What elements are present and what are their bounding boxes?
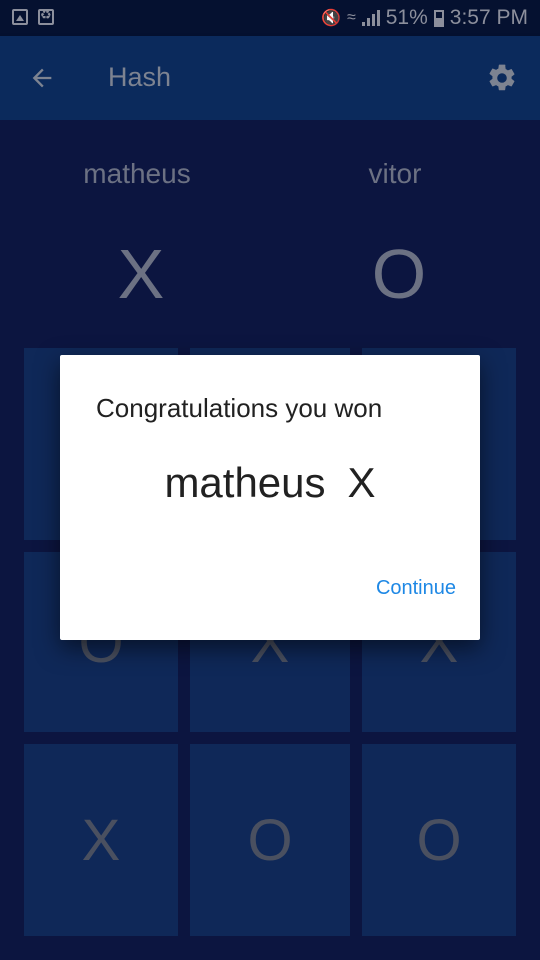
dialog-title: Congratulations you won (96, 393, 383, 423)
winner-name: matheus (164, 459, 326, 506)
winner-line: matheus X (60, 459, 480, 507)
win-dialog: Congratulations you won matheus X Continu… (60, 355, 480, 640)
winner-symbol: X (347, 459, 376, 506)
continue-button[interactable]: Continue (376, 577, 456, 600)
dialog-scrim: Congratulations you won matheus X Continu… (0, 0, 540, 960)
